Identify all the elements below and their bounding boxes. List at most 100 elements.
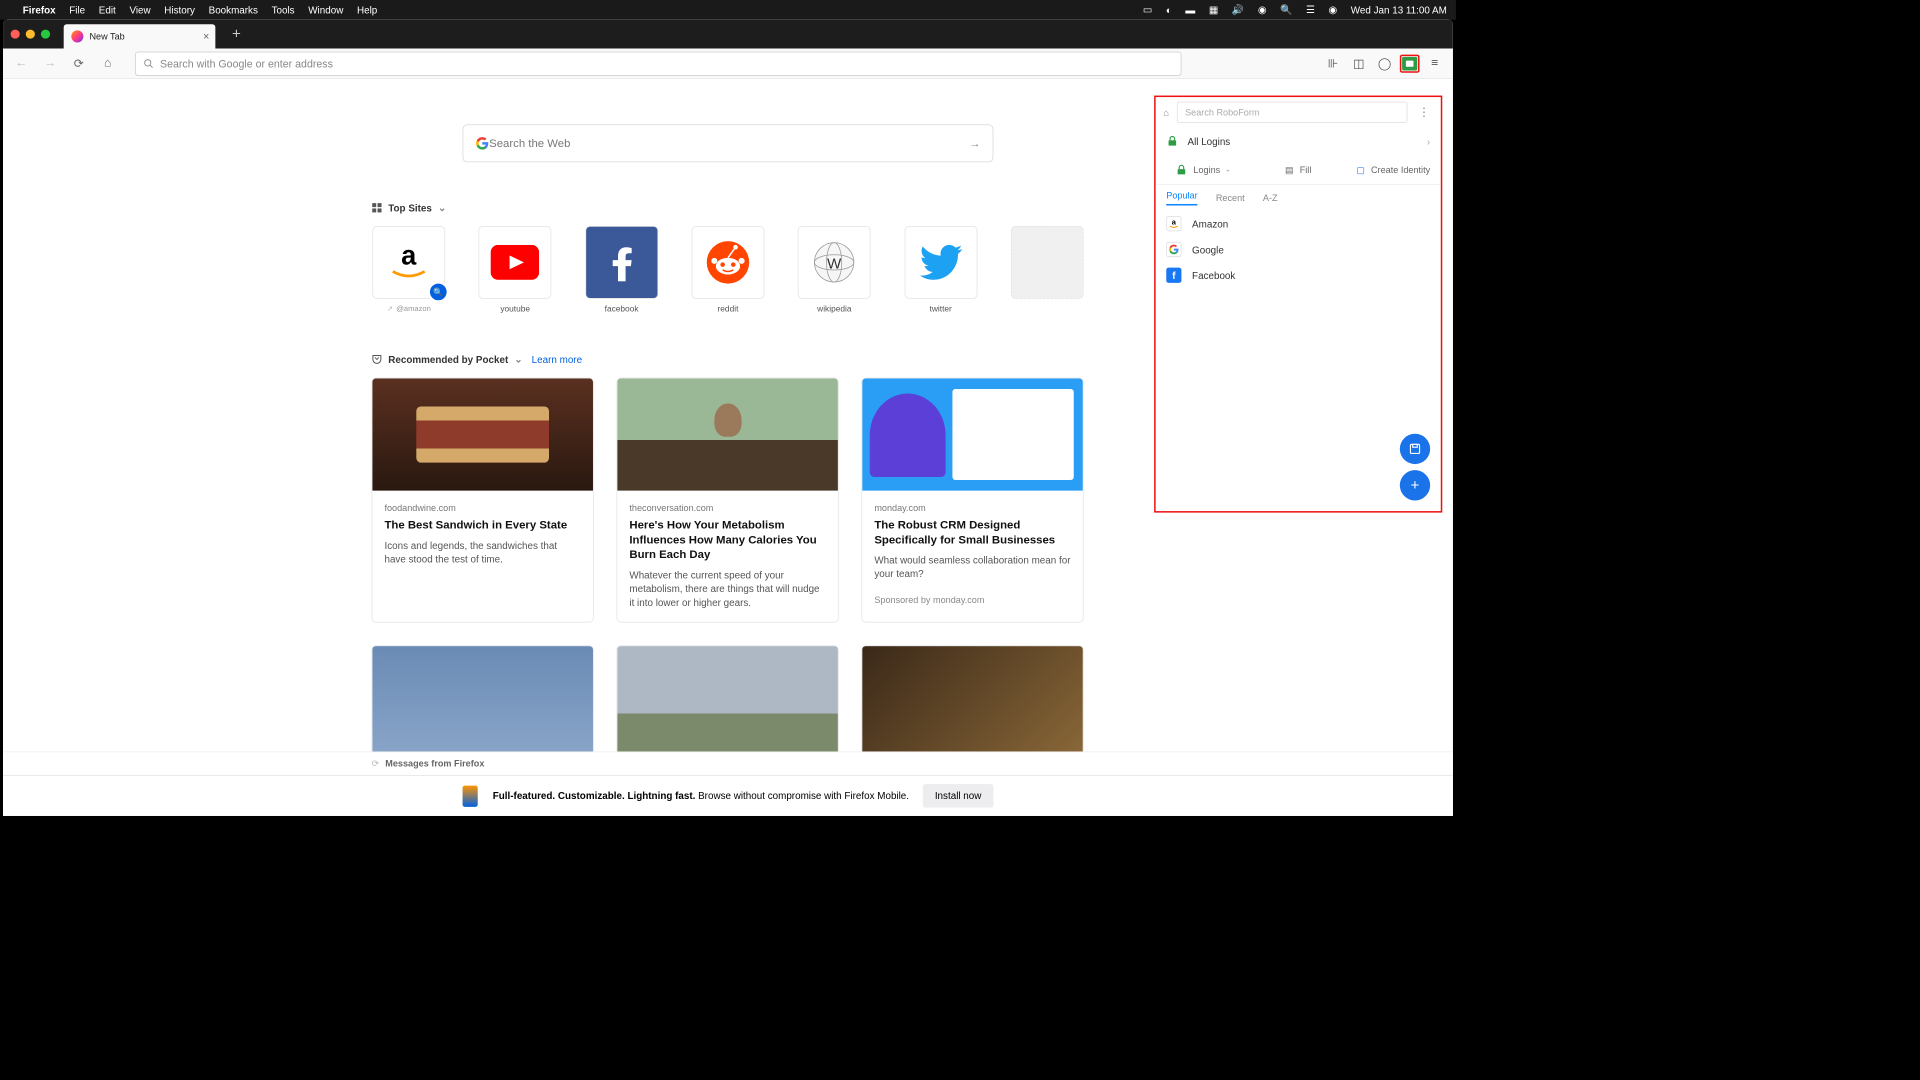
grid-icon (372, 202, 383, 213)
google-icon (475, 136, 489, 150)
card-thumbnail (617, 646, 838, 758)
control-center-icon[interactable]: ☰ (1306, 4, 1315, 16)
status-icon[interactable]: ◐ (1166, 4, 1172, 15)
lock-icon (1175, 163, 1187, 175)
pocket-card[interactable]: foodandwine.com The Best Sandwich in Eve… (372, 378, 594, 623)
roboform-fill-button[interactable]: ▤Fill (1251, 164, 1346, 175)
menubar-bookmarks[interactable]: Bookmarks (209, 4, 258, 15)
firefox-window: New Tab × + ← → ⟳ ⌂ Search with Google o… (3, 20, 1453, 816)
pocket-card[interactable]: monday.com The Robust CRM Designed Speci… (861, 378, 1083, 623)
menubar-edit[interactable]: Edit (99, 4, 116, 15)
roboform-login-item[interactable]: a Amazon (1156, 211, 1441, 237)
content-search-input[interactable]: Search the Web → (463, 124, 994, 162)
top-site-reddit[interactable]: reddit (691, 226, 766, 314)
identity-icon: ▢ (1356, 164, 1365, 175)
pocket-learn-more-link[interactable]: Learn more (532, 354, 582, 365)
roboform-login-item[interactable]: f Facebook (1156, 262, 1441, 288)
roboform-search-input[interactable]: Search RoboForm (1177, 102, 1408, 123)
messages-bar: ⟳Messages from Firefox (3, 751, 1453, 775)
menubar-window[interactable]: Window (308, 4, 343, 15)
pocket-heading[interactable]: Recommended by Pocket ⌄ Learn more (372, 353, 1085, 365)
menubar-help[interactable]: Help (357, 4, 377, 15)
twitter-icon (919, 245, 961, 280)
back-button[interactable]: ← (11, 53, 32, 74)
roboform-all-logins[interactable]: All Logins › (1156, 127, 1441, 154)
pocket-card[interactable] (861, 645, 1083, 759)
reload-button[interactable]: ⟳ (68, 53, 89, 74)
roboform-more-button[interactable]: ⋮ (1415, 105, 1433, 120)
new-tab-button[interactable]: + (226, 22, 247, 46)
roboform-logins-button[interactable]: Logins⌄ (1156, 163, 1251, 175)
menubar-clock[interactable]: Wed Jan 13 11:00 AM (1351, 4, 1447, 15)
forward-button[interactable]: → (39, 53, 60, 74)
home-button[interactable]: ⌂ (97, 53, 118, 74)
top-site-empty[interactable] (1010, 226, 1085, 314)
tab-title: New Tab (89, 31, 124, 42)
card-thumbnail (862, 378, 1083, 490)
roboform-tab-az[interactable]: A-Z (1263, 193, 1278, 204)
menubar-app[interactable]: Firefox (23, 4, 56, 15)
tab-strip: New Tab × + (3, 20, 1453, 49)
window-controls (11, 30, 50, 39)
menubar-tools[interactable]: Tools (272, 4, 295, 15)
minimize-window-button[interactable] (26, 30, 35, 39)
reddit-icon (705, 240, 750, 285)
menubar-view[interactable]: View (129, 4, 150, 15)
top-site-wikipedia[interactable]: W wikipedia (797, 226, 872, 314)
menubar-history[interactable]: History (164, 4, 195, 15)
top-site-youtube[interactable]: youtube (478, 226, 553, 314)
library-button[interactable]: ⊪ (1322, 53, 1343, 74)
amazon-icon: a (1168, 218, 1180, 230)
wifi-icon[interactable]: ◉ (1258, 4, 1267, 16)
roboform-extension-button[interactable] (1400, 54, 1420, 72)
card-thumbnail (862, 646, 1083, 758)
roboform-login-list: a Amazon Google f Facebook (1156, 211, 1441, 511)
roboform-create-identity-button[interactable]: ▢Create Identity (1346, 164, 1441, 175)
fill-icon: ▤ (1285, 164, 1294, 175)
status-icon[interactable]: ▭ (1143, 4, 1152, 16)
roboform-home-button[interactable]: ⌂ (1163, 107, 1169, 118)
account-button[interactable]: ◯ (1374, 53, 1395, 74)
card-thumbnail (372, 646, 593, 758)
roboform-add-fab[interactable]: + (1400, 470, 1430, 500)
sync-icon: ⟳ (372, 758, 380, 769)
content-search-placeholder: Search the Web (489, 137, 570, 150)
roboform-popup: ⌂ Search RoboForm ⋮ All Logins › Logins⌄… (1154, 96, 1442, 513)
spotlight-icon[interactable]: 🔍 (1280, 4, 1292, 16)
pocket-cards: foodandwine.com The Best Sandwich in Eve… (372, 378, 1085, 759)
youtube-icon (491, 245, 540, 280)
card-thumbnail (372, 378, 593, 490)
search-go-icon[interactable]: → (969, 137, 980, 150)
roboform-save-fab[interactable] (1400, 434, 1430, 464)
svg-text:W: W (827, 255, 842, 272)
status-icon[interactable]: ▬ (1185, 4, 1195, 15)
wikipedia-icon: W (812, 240, 857, 285)
chevron-down-icon: ⌄ (514, 353, 522, 365)
roboform-login-item[interactable]: Google (1156, 237, 1441, 263)
top-site-amazon[interactable]: a 🔍 ↗@amazon (372, 226, 447, 314)
menubar-file[interactable]: File (69, 4, 85, 15)
top-site-facebook[interactable]: facebook (584, 226, 659, 314)
close-window-button[interactable] (11, 30, 20, 39)
sidebar-button[interactable]: ◫ (1348, 53, 1369, 74)
address-bar[interactable]: Search with Google or enter address (135, 51, 1181, 75)
roboform-tab-popular[interactable]: Popular (1166, 190, 1197, 205)
pocket-card[interactable]: theconversation.com Here's How Your Meta… (616, 378, 838, 623)
top-sites-heading[interactable]: Top Sites ⌄ (372, 202, 1085, 214)
install-now-button[interactable]: Install now (923, 784, 994, 808)
top-site-twitter[interactable]: twitter (903, 226, 978, 314)
firefox-mobile-icon (462, 785, 477, 806)
status-icon[interactable]: ▦ (1209, 4, 1218, 16)
save-icon (1408, 442, 1422, 456)
app-menu-button[interactable]: ≡ (1424, 53, 1445, 74)
lock-icon (1166, 135, 1178, 147)
siri-icon[interactable]: ◉ (1328, 4, 1337, 16)
pocket-card[interactable] (372, 645, 594, 759)
roboform-tab-recent[interactable]: Recent (1216, 193, 1245, 204)
maximize-window-button[interactable] (41, 30, 50, 39)
volume-icon[interactable]: 🔊 (1232, 4, 1244, 16)
pocket-card[interactable] (616, 645, 838, 759)
top-sites-grid: a 🔍 ↗@amazon youtube facebook reddit W w… (372, 226, 1085, 314)
close-tab-button[interactable]: × (203, 30, 209, 42)
browser-tab[interactable]: New Tab × (64, 24, 216, 48)
